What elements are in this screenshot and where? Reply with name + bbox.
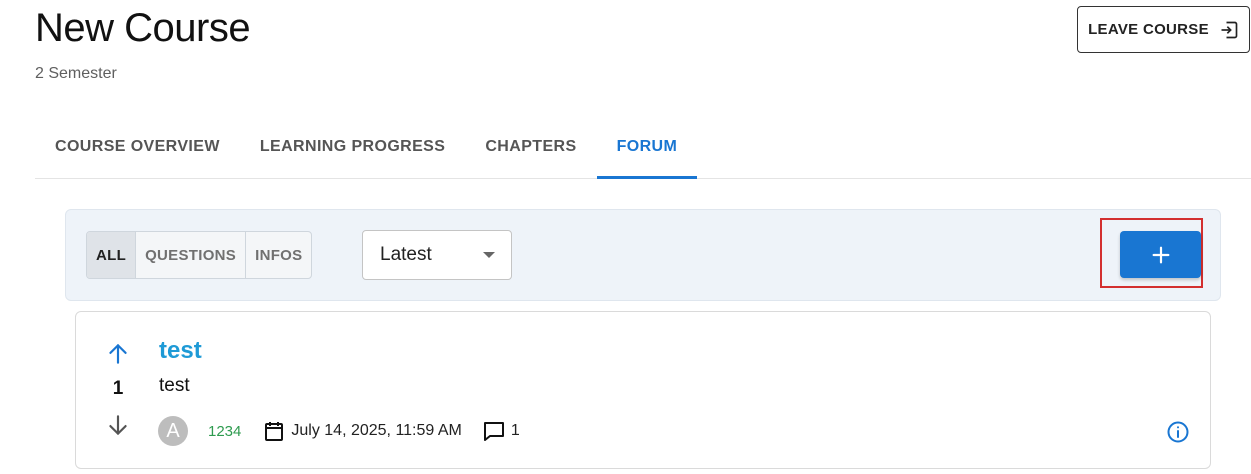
upvote-arrow-icon[interactable] <box>105 341 131 367</box>
comment-icon <box>483 422 504 441</box>
filter-all-button[interactable]: ALL <box>87 232 137 278</box>
forum-toolbar: ALL QUESTIONS INFOS Latest <box>65 209 1221 301</box>
post-type-filter: ALL QUESTIONS INFOS <box>86 231 313 279</box>
leave-course-button[interactable]: LEAVE COURSE <box>1077 6 1250 53</box>
tab-forum[interactable]: FORUM <box>596 115 698 179</box>
filter-infos-button[interactable]: INFOS <box>246 232 311 278</box>
avatar: A <box>158 416 188 446</box>
sort-select[interactable]: Latest <box>362 230 512 280</box>
downvote-arrow-icon[interactable] <box>105 412 131 438</box>
course-tabs: COURSE OVERVIEW LEARNING PROGRESS CHAPTE… <box>35 115 1251 179</box>
plus-icon <box>1152 246 1169 263</box>
post-author: 1234 <box>208 422 242 440</box>
post-body: test <box>159 375 190 396</box>
post-meta: A 1234 July 14, 2025, 11:59 AM 1 <box>158 415 520 447</box>
chevron-down-icon <box>483 252 495 258</box>
forum-post-card: 1 test test A 1234 July 14, 2025, 11:59 … <box>75 311 1211 469</box>
add-post-button[interactable] <box>1120 231 1201 278</box>
tab-chapters[interactable]: CHAPTERS <box>465 115 596 178</box>
tab-learning-progress[interactable]: LEARNING PROGRESS <box>240 115 466 178</box>
page-title: New Course <box>35 6 251 50</box>
comment-count: 1 <box>510 422 520 439</box>
logout-icon <box>1221 21 1238 38</box>
sort-selected-value: Latest <box>380 244 432 265</box>
course-semester: 2 Semester <box>35 65 117 82</box>
tab-course-overview[interactable]: COURSE OVERVIEW <box>35 115 240 178</box>
vote-count: 1 <box>112 378 124 399</box>
filter-questions-button[interactable]: QUESTIONS <box>136 232 247 278</box>
leave-course-label: LEAVE COURSE <box>1088 21 1209 38</box>
post-date: July 14, 2025, 11:59 AM <box>291 422 462 439</box>
post-title[interactable]: test <box>159 337 202 365</box>
calendar-icon <box>265 422 284 441</box>
info-icon[interactable] <box>1166 420 1190 444</box>
